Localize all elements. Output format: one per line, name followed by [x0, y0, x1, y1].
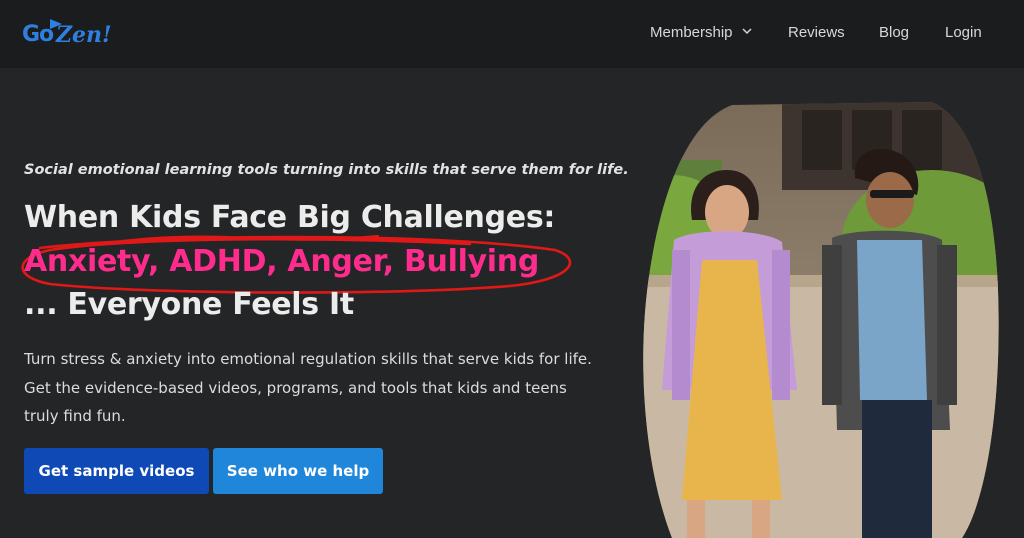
- chevron-down-icon[interactable]: [742, 27, 752, 35]
- gozen-logo[interactable]: Go Zen!: [22, 16, 112, 52]
- hero-description: Turn stress & anxiety into emotional reg…: [24, 345, 624, 431]
- logo-zen-text: Zen!: [56, 22, 112, 48]
- hero-tagline: Social emotional learning tools turning …: [24, 162, 629, 178]
- see-who-we-help-button[interactable]: See who we help: [213, 448, 383, 494]
- nav-blog[interactable]: Blog: [879, 24, 909, 41]
- hero-description-line-1: Turn stress & anxiety into emotional reg…: [24, 350, 592, 368]
- nav-reviews[interactable]: Reviews: [788, 24, 845, 41]
- get-sample-videos-button[interactable]: Get sample videos: [24, 448, 209, 494]
- hero-description-line-2: Get the evidence-based videos, programs,…: [24, 378, 567, 397]
- top-navigation-bar: Go Zen! Membership Reviews Blog Login: [0, 0, 1024, 68]
- hero-description-line-3: truly find fun.: [24, 407, 126, 425]
- hero-photo-kids-walking: [643, 102, 999, 538]
- headline-line-3: ... Everyone Feels It: [24, 287, 354, 322]
- nav-login[interactable]: Login: [945, 24, 982, 41]
- nav-membership[interactable]: Membership: [650, 24, 733, 41]
- headline-line-2-highlight: Anxiety, ADHD, Anger, Bullying: [24, 244, 540, 279]
